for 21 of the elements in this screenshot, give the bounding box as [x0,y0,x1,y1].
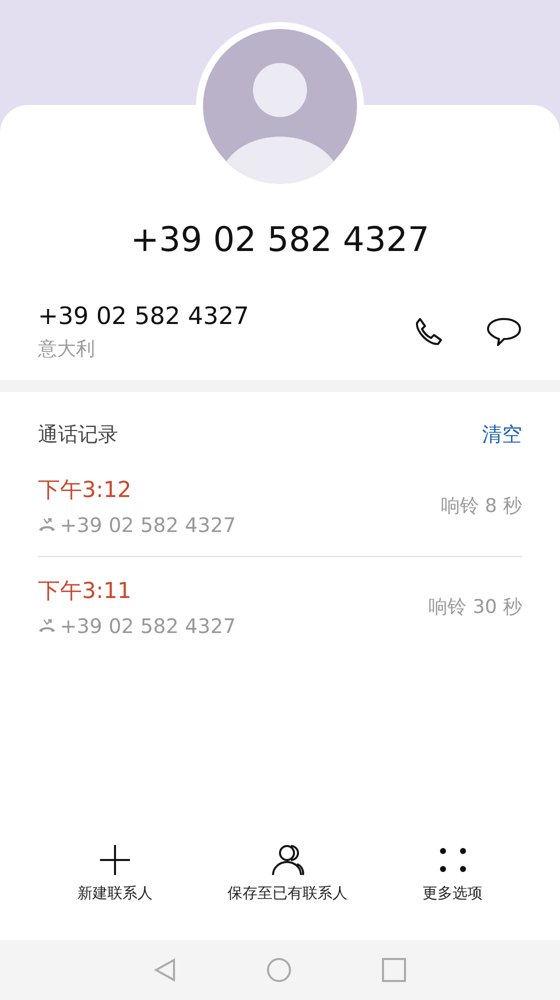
ring-duration: 响铃 8 秒 [440,494,522,519]
phone-number: +39 02 582 4327 [38,302,250,330]
recents-icon[interactable] [382,958,406,982]
missed-call-icon [38,518,56,532]
call-number: +39 02 582 4327 [60,614,236,638]
call-time: 下午3:11 [38,578,132,606]
action-button[interactable]: 更多选项 [422,844,482,928]
ring-duration: 响铃 30 秒 [428,595,522,620]
plus-icon [99,844,131,876]
action-button[interactable]: 保存至已有联系人 [228,844,348,928]
call-time: 下午3:12 [38,477,132,505]
action-button[interactable]: 新建联系人 [78,844,152,928]
phone-number-title: +39 02 582 4327 [130,220,430,262]
person-icon [270,844,304,876]
back-icon[interactable] [154,958,176,982]
home-icon[interactable] [266,957,292,983]
missed-call-icon [38,619,56,633]
call-number: +39 02 582 4327 [60,513,236,537]
section-title: 通话记录 [38,420,118,448]
region-label: 意大利 [38,337,96,362]
clear-button[interactable]: 清空 [482,420,522,448]
